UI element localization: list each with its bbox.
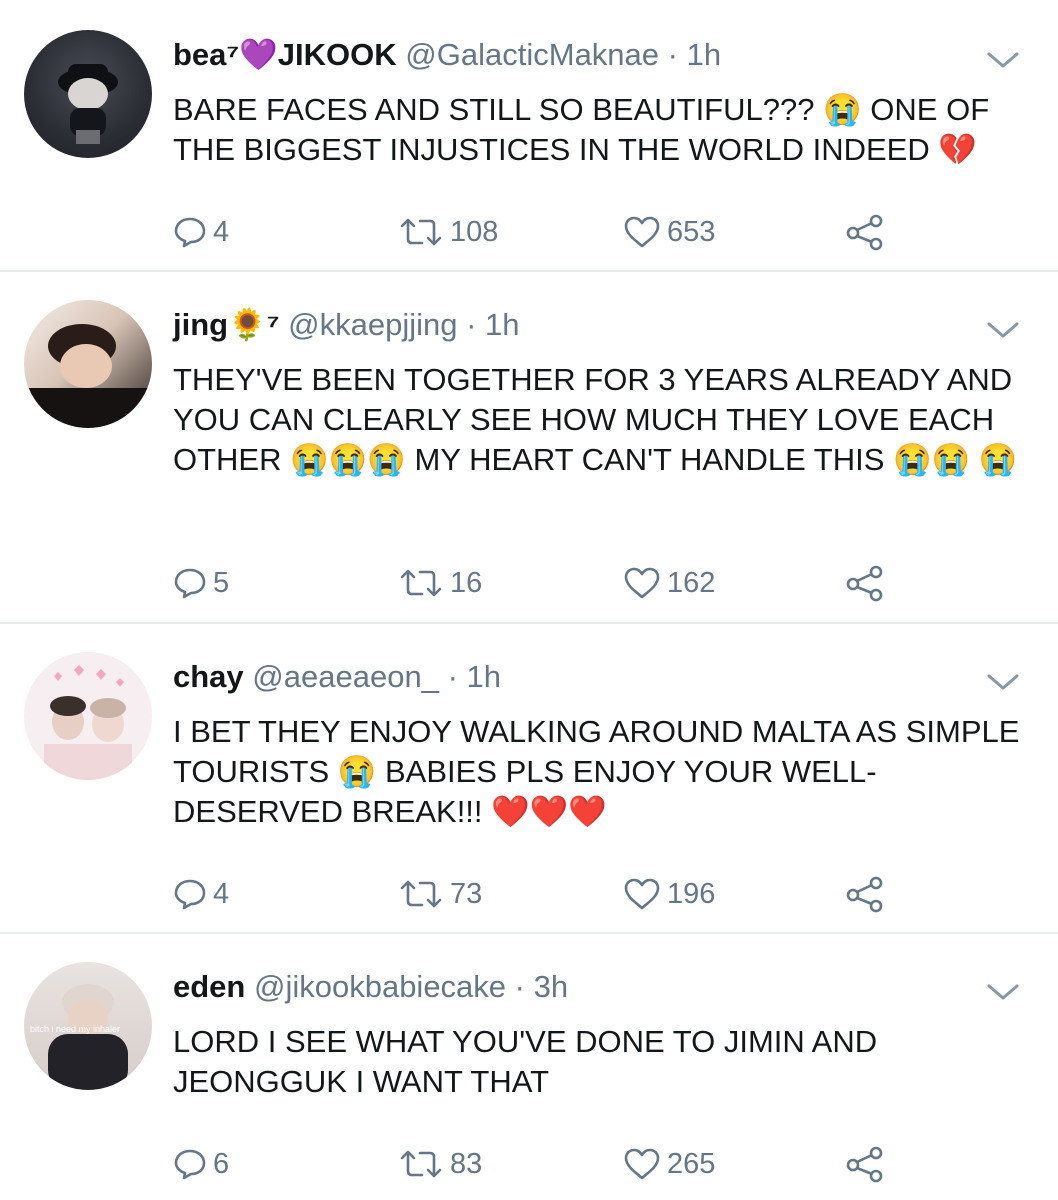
reply-count: 6 <box>213 1147 230 1180</box>
like-count: 653 <box>667 215 716 248</box>
reply-button[interactable]: 4 <box>173 874 229 914</box>
timestamp[interactable]: 1h <box>467 659 501 694</box>
share-icon <box>846 876 883 913</box>
tweet-actions: 6 83 265 <box>173 1144 1033 1184</box>
retweet-icon <box>400 1150 442 1178</box>
tweet[interactable]: chay @aeaeaeon_ · 1h I BET THEY ENJOY WA… <box>0 624 1058 932</box>
avatar[interactable] <box>24 30 152 158</box>
avatar-image: bitch i need my inhaler <box>30 984 128 1090</box>
reply-icon <box>174 1149 206 1180</box>
tweet-text: BARE FACES AND STILL SO BEAUTIFUL??? 😭 O… <box>173 92 998 167</box>
like-count: 162 <box>667 566 716 599</box>
retweet-button[interactable]: 73 <box>398 874 482 914</box>
reply-icon <box>174 217 206 248</box>
user-handle[interactable]: @kkaepjjing <box>288 307 457 342</box>
display-name[interactable]: bea⁷💜JIKOOK <box>173 37 397 72</box>
timestamp[interactable]: 1h <box>687 37 721 72</box>
avatar-image <box>58 64 118 144</box>
separator: · <box>466 307 477 342</box>
tweet-actions: 5 16 162 <box>173 563 1033 603</box>
tweet-header: bea⁷💜JIKOOK @GalacticMaknae · 1h <box>173 36 721 74</box>
display-name[interactable]: chay <box>173 659 244 694</box>
reply-button[interactable]: 4 <box>173 212 229 252</box>
retweet-icon <box>400 569 442 597</box>
share-button[interactable] <box>845 212 885 252</box>
retweet-button[interactable]: 16 <box>398 563 482 603</box>
share-button[interactable] <box>845 874 885 914</box>
retweet-count: 108 <box>450 215 499 248</box>
retweet-count: 73 <box>450 877 483 910</box>
avatar[interactable]: bitch i need my inhaler <box>24 962 152 1090</box>
chevron-down-icon[interactable] <box>986 982 1020 1002</box>
tweet[interactable]: jing🌻⁷ @kkaepjjing · 1h THEY'VE BEEN TOG… <box>0 272 1058 622</box>
avatar-caption: bitch i need my inhaler <box>30 1024 120 1034</box>
reply-button[interactable]: 6 <box>173 1144 229 1184</box>
user-handle[interactable]: @jikookbabiecake <box>254 969 506 1004</box>
chevron-down-icon[interactable] <box>986 320 1020 340</box>
share-button[interactable] <box>845 563 885 603</box>
reply-button[interactable]: 5 <box>173 563 229 603</box>
tweet-header: eden @jikookbabiecake · 3h <box>173 968 568 1006</box>
reply-icon <box>174 879 206 910</box>
share-icon <box>846 214 883 251</box>
like-count: 196 <box>667 877 716 910</box>
chevron-down-icon[interactable] <box>986 672 1020 692</box>
timestamp[interactable]: 1h <box>485 307 519 342</box>
tweet-header: jing🌻⁷ @kkaepjjing · 1h <box>173 306 520 344</box>
avatar[interactable] <box>24 652 152 780</box>
display-name[interactable]: jing🌻⁷ <box>173 307 280 342</box>
heart-icon <box>624 1148 660 1180</box>
separator: · <box>667 37 678 72</box>
retweet-count: 16 <box>450 566 483 599</box>
like-button[interactable]: 653 <box>623 212 715 252</box>
share-icon <box>846 1146 883 1183</box>
retweet-icon <box>400 218 442 246</box>
reply-count: 4 <box>213 215 230 248</box>
timestamp[interactable]: 3h <box>534 969 568 1004</box>
separator: · <box>447 659 458 694</box>
user-handle[interactable]: @GalacticMaknae <box>405 37 659 72</box>
tweet-actions: 4 73 196 <box>173 874 1033 914</box>
reply-icon <box>174 568 206 599</box>
avatar-image <box>44 665 132 780</box>
like-button[interactable]: 265 <box>623 1144 715 1184</box>
like-button[interactable]: 196 <box>623 874 715 914</box>
display-name[interactable]: eden <box>173 969 245 1004</box>
tweet[interactable]: bitch i need my inhaler eden @jikookbabi… <box>0 934 1058 1200</box>
heart-icon <box>624 216 660 248</box>
heart-icon <box>624 567 660 599</box>
tweet-text: LORD I SEE WHAT YOU'VE DONE TO JIMIN AND… <box>173 1024 886 1099</box>
reply-count: 5 <box>213 566 230 599</box>
retweet-button[interactable]: 108 <box>398 212 498 252</box>
user-handle[interactable]: @aeaeaeon_ <box>252 659 439 694</box>
heart-icon <box>624 878 660 910</box>
avatar[interactable] <box>24 300 152 428</box>
chevron-down-icon[interactable] <box>986 50 1020 70</box>
separator: · <box>514 969 525 1004</box>
share-button[interactable] <box>845 1144 885 1184</box>
tweet[interactable]: bea⁷💜JIKOOK @GalacticMaknae · 1h BARE FA… <box>0 0 1058 270</box>
tweet-text: THEY'VE BEEN TOGETHER FOR 3 YEARS ALREAD… <box>173 362 1021 477</box>
retweet-icon <box>400 880 442 908</box>
tweet-actions: 4 108 653 <box>173 212 1033 252</box>
like-button[interactable]: 162 <box>623 563 715 603</box>
retweet-button[interactable]: 83 <box>398 1144 482 1184</box>
reply-count: 4 <box>213 877 230 910</box>
tweet-header: chay @aeaeaeon_ · 1h <box>173 658 501 696</box>
avatar-image <box>24 324 152 428</box>
share-icon <box>846 565 883 602</box>
tweet-text: I BET THEY ENJOY WALKING AROUND MALTA AS… <box>173 714 1028 829</box>
like-count: 265 <box>667 1147 716 1180</box>
retweet-count: 83 <box>450 1147 483 1180</box>
